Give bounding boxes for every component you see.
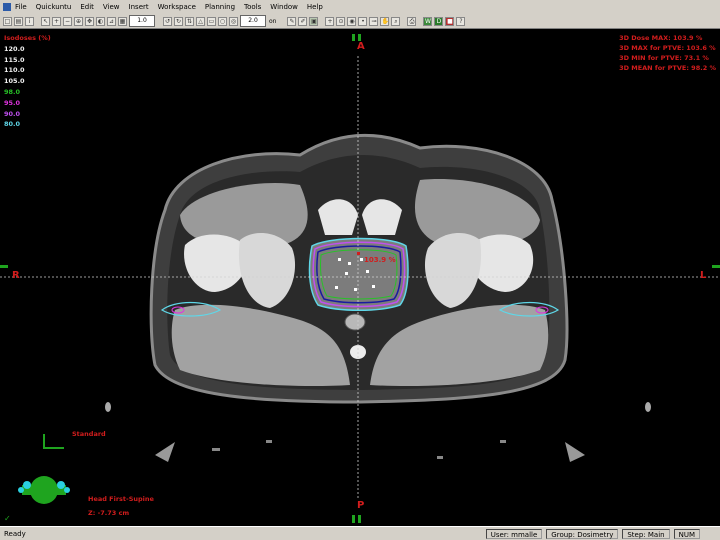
brush-icon[interactable]: ✐ <box>298 16 308 26</box>
menu-file[interactable]: File <box>15 3 27 11</box>
isodose-level-item: 98.0 <box>4 87 21 96</box>
isodose-legend-title: Isodoses (%) <box>4 34 51 42</box>
ruler-icon[interactable]: ⊸ <box>369 16 379 26</box>
view-preset-label: Standard <box>72 430 106 438</box>
zoom-in-icon[interactable]: + <box>52 16 61 26</box>
open-icon[interactable]: ▤ <box>14 16 23 26</box>
left-marker <box>712 265 720 268</box>
patient-position-label: Head First-Supine <box>88 495 154 503</box>
zoom-field[interactable]: 1.0 <box>129 15 155 27</box>
cube-icon[interactable]: ■ <box>445 16 455 26</box>
ptv-max-text: 3D MAX for PTVE: 103.6 % <box>619 44 716 52</box>
workspace-icon[interactable]: W <box>423 16 433 26</box>
rectangle-icon[interactable]: ▭ <box>207 16 216 26</box>
search-icon[interactable]: ⌕ <box>391 16 401 26</box>
zoom-out-icon[interactable]: − <box>63 16 72 26</box>
target-icon[interactable]: ◎ <box>229 16 238 26</box>
select-region-icon[interactable]: ▣ <box>309 16 319 26</box>
status-step: Step: Main <box>622 528 670 539</box>
toggle-label[interactable]: on <box>269 18 276 25</box>
window-level-icon[interactable]: ◐ <box>96 16 105 26</box>
new-icon[interactable]: □ <box>3 16 12 26</box>
menu-edit[interactable]: Edit <box>80 3 94 11</box>
isodose-level-item: 105.0 <box>4 77 25 86</box>
right-label: R <box>12 270 20 281</box>
anterior-label: A <box>357 41 365 52</box>
menu-view[interactable]: View <box>103 3 120 11</box>
right-marker <box>0 265 8 268</box>
menu-quickuntu[interactable]: Quickuntu <box>36 3 72 11</box>
measure-icon[interactable]: ⊿ <box>107 16 116 26</box>
application-icon <box>3 3 11 11</box>
status-ready: Ready <box>4 529 26 538</box>
dose-statistics-panel: 3D Dose MAX: 103.9 % 3D MAX for PTVE: 10… <box>619 33 716 73</box>
left-label: L <box>700 270 707 281</box>
menu-window[interactable]: Window <box>270 3 298 11</box>
isodose-legend: Isodoses (%) 120.0 115.0 110.0 105.0 98.… <box>4 33 51 130</box>
isodose-level-item: 80.0 <box>4 120 21 129</box>
hand-icon[interactable]: ✋ <box>380 16 390 26</box>
zoom-icon[interactable]: ⊕ <box>74 16 83 26</box>
isodose-level-item: 110.0 <box>4 66 25 75</box>
pan-icon[interactable]: ✥ <box>85 16 94 26</box>
isodose-level-item: 120.0 <box>4 44 25 53</box>
ellipse-icon[interactable]: ○ <box>218 16 227 26</box>
menu-tools[interactable]: Tools <box>244 3 261 11</box>
isodose-level-item: 90.0 <box>4 109 21 118</box>
menu-planning[interactable]: Planning <box>205 3 235 11</box>
hotspot-marker <box>357 252 360 255</box>
patient-orientation-widget[interactable] <box>12 432 72 512</box>
slice-position-label: Z: -7.73 cm <box>88 509 130 517</box>
contour-icon[interactable]: ✎ <box>287 16 297 26</box>
anterior-marker-right <box>358 34 361 41</box>
status-group: Group: Dosimetry <box>546 528 619 539</box>
ct-image <box>0 56 720 500</box>
level-field[interactable]: 2.0 <box>240 15 266 27</box>
rotate-right-icon[interactable]: ↻ <box>174 16 183 26</box>
point-icon[interactable]: • <box>358 16 368 26</box>
rotate-left-icon[interactable]: ↺ <box>163 16 172 26</box>
anterior-marker-left <box>352 34 355 41</box>
status-bar: Ready User: mmalle Group: Dosimetry Step… <box>0 526 720 540</box>
arrow-icon[interactable]: ↖ <box>41 16 50 26</box>
crosshair-icon[interactable]: + <box>325 16 335 26</box>
posterior-marker-right <box>358 515 361 523</box>
ct-slice-viewport[interactable]: A P R L 103.9 % Standard Head First-Supi… <box>0 30 720 526</box>
beam-icon[interactable]: ◉ <box>347 16 357 26</box>
ptv-mean-text: 3D MEAN for PTVE: 98.2 % <box>619 64 716 72</box>
flip-icon[interactable]: ⇅ <box>185 16 194 26</box>
isodose-level-item: 95.0 <box>4 98 21 107</box>
isocenter-icon[interactable]: ⊙ <box>336 16 346 26</box>
print-icon[interactable]: ⎙ <box>407 16 417 26</box>
status-user: User: mmalle <box>485 528 543 539</box>
isodose-level-item: 115.0 <box>4 55 25 64</box>
hotspot-label: 103.9 % <box>364 256 396 264</box>
check-icon: ✓ <box>4 514 11 523</box>
posterior-marker-left <box>352 515 355 523</box>
dose-max-text: 3D Dose MAX: 103.9 % <box>619 34 703 42</box>
status-num: NUM <box>673 528 700 539</box>
menu-help[interactable]: Help <box>307 3 323 11</box>
info-icon[interactable]: i <box>25 16 34 26</box>
menu-insert[interactable]: Insert <box>129 3 149 11</box>
ptv-min-text: 3D MIN for PTVE: 73.1 % <box>619 54 709 62</box>
help-icon[interactable]: ? <box>456 16 466 26</box>
grid-icon[interactable]: ▦ <box>118 16 127 26</box>
menu-workspace[interactable]: Workspace <box>158 3 196 11</box>
posterior-label: P <box>357 500 365 511</box>
toolbar: □ ▤ i ↖ + − ⊕ ✥ ◐ ⊿ ▦ 1.0 ↺ ↻ ⇅ △ ▭ ○ ◎ … <box>0 14 720 29</box>
dose-icon[interactable]: D <box>434 16 444 26</box>
menu-bar: File Quickuntu Edit View Insert Workspac… <box>0 0 720 15</box>
triangle-icon[interactable]: △ <box>196 16 205 26</box>
